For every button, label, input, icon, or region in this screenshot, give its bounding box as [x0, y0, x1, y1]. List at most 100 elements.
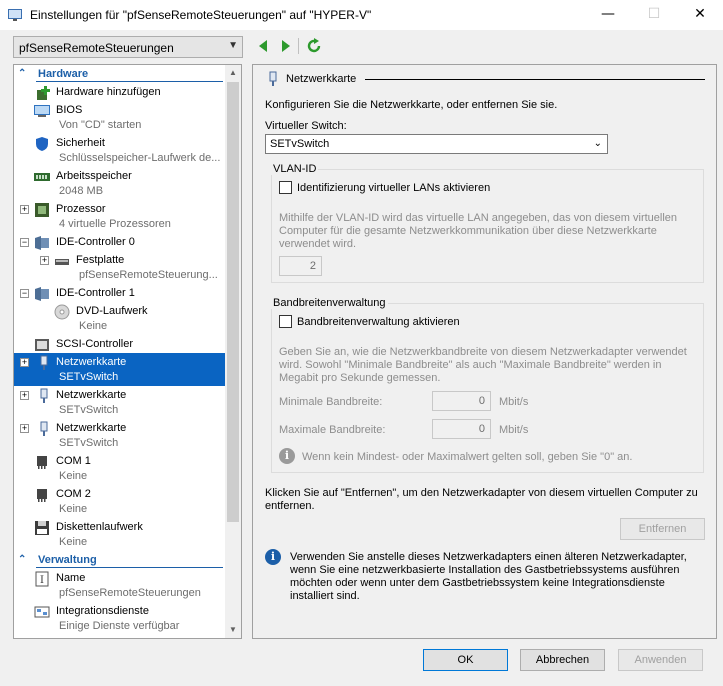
tree-item-com-2[interactable]: COM 2 Keine	[14, 485, 227, 518]
collapse-chevron-icon: ⌃	[18, 554, 27, 565]
cancel-button[interactable]: Abbrechen	[520, 649, 605, 671]
max-bandwidth-label: Maximale Bandbreite:	[279, 424, 386, 436]
tree-item-hard-disk[interactable]: + Festplatte pfSenseRemoteSteuerung...	[14, 251, 227, 284]
expand-plus-icon[interactable]: +	[20, 424, 29, 433]
bandwidth-note: Wenn kein Mindest- oder Maximalwert gelt…	[302, 451, 633, 463]
tree-item-label: Integrationsdienste	[56, 605, 149, 617]
tree-item-label: Hardware hinzufügen	[56, 86, 161, 98]
tree-item-scsi-controller[interactable]: SCSI-Controller	[14, 335, 227, 352]
tree-item-ide-controller-1[interactable]: − IDE-Controller 1	[14, 284, 227, 301]
tree-item-floppy-drive[interactable]: Diskettenlaufwerk Keine	[14, 518, 227, 551]
min-bandwidth-unit: Mbit/s	[499, 396, 529, 408]
scsi-controller-icon	[35, 339, 49, 351]
expand-plus-icon[interactable]: +	[20, 358, 29, 367]
tree-item-add-hardware[interactable]: Hardware hinzufügen	[14, 83, 227, 100]
tree-item-label: SCSI-Controller	[56, 338, 134, 350]
section-title: Netzwerkkarte	[286, 73, 357, 85]
expand-plus-icon[interactable]: +	[20, 391, 29, 400]
title-bar: Einstellungen für "pfSenseRemoteSteuerun…	[0, 0, 723, 30]
management-category-header[interactable]: ⌃ Verwaltung	[14, 552, 227, 569]
network-adapter-icon	[40, 421, 48, 436]
tree-item-bios[interactable]: BIOS Von "CD" starten	[14, 101, 227, 134]
refresh-icon[interactable]	[306, 38, 322, 54]
scrollbar-thumb[interactable]	[227, 82, 239, 522]
expand-plus-icon[interactable]: +	[20, 205, 29, 214]
remove-button[interactable]: Entfernen	[620, 518, 705, 540]
bandwidth-enable-checkbox[interactable]	[279, 315, 292, 328]
vlan-description: Mithilfe der VLAN-ID wird das virtuelle …	[279, 212, 678, 250]
dvd-icon	[54, 304, 70, 320]
tree-item-detail: Keine	[59, 503, 88, 515]
tree-item-ide-controller-0[interactable]: − IDE-Controller 0	[14, 233, 227, 250]
previous-arrow-icon[interactable]	[256, 38, 272, 54]
virtual-switch-dropdown[interactable]: SETvSwitch ⌄	[265, 134, 608, 154]
svg-text:I: I	[40, 575, 44, 586]
tree-item-network-adapter-3[interactable]: + Netzwerkkarte SETvSwitch	[14, 419, 227, 452]
vlan-enable-checkbox[interactable]	[279, 181, 292, 194]
bandwidth-group-title: Bandbreitenverwaltung	[271, 297, 388, 309]
collapse-minus-icon[interactable]: −	[20, 289, 29, 298]
header-underline	[36, 567, 223, 568]
settings-app-icon	[8, 9, 22, 21]
info-icon: i	[265, 549, 281, 565]
tree-item-detail: SETvSwitch	[59, 437, 119, 449]
tree-item-label: IDE-Controller 0	[56, 236, 135, 248]
tree-item-processor[interactable]: + Prozessor 4 virtuelle Prozessoren	[14, 200, 227, 233]
bandwidth-description: Geben Sie an, wie die Netzwerkbandbreite…	[279, 346, 687, 384]
tree-item-detail: pfSenseRemoteSteuerungen	[59, 587, 201, 599]
close-button[interactable]: ✕	[677, 0, 723, 30]
tree-item-label: Sicherheit	[56, 137, 105, 149]
hardware-category-header[interactable]: ⌃ Hardware	[14, 66, 227, 83]
intro-text: Konfigurieren Sie die Netzwerkkarte, ode…	[265, 99, 558, 111]
vlan-enable-label: Identifizierung virtueller LANs aktivier…	[297, 182, 491, 194]
memory-icon	[34, 173, 50, 181]
expand-plus-icon[interactable]: +	[40, 256, 49, 265]
scroll-down-icon[interactable]: ▼	[225, 622, 241, 638]
tree-item-detail: pfSenseRemoteSteuerung...	[79, 269, 218, 281]
tree-item-label: Festplatte	[76, 254, 125, 266]
ok-button[interactable]: OK	[423, 649, 508, 671]
tree-item-detail: Von "CD" starten	[59, 119, 142, 131]
settings-tree: ⌃ Hardware Hardware hinzufügen BIOS Von …	[13, 64, 242, 639]
tree-item-label: IDE-Controller 1	[56, 287, 135, 299]
add-hardware-icon	[37, 86, 50, 100]
maximize-button: ☐	[647, 6, 661, 22]
tree-scrollbar[interactable]: ▲ ▼	[225, 65, 241, 638]
tree-item-detail: Keine	[59, 470, 88, 482]
ide-controller-icon	[35, 287, 49, 301]
tree-item-memory[interactable]: Arbeitsspeicher 2048 MB	[14, 167, 227, 200]
processor-icon	[35, 203, 49, 217]
tree-item-network-adapter-1[interactable]: + Netzwerkkarte SETvSwitch	[14, 353, 227, 386]
collapse-minus-icon[interactable]: −	[20, 238, 29, 247]
network-adapter-icon	[40, 355, 48, 370]
minimize-button[interactable]: —	[585, 0, 631, 30]
next-arrow-icon[interactable]	[277, 38, 293, 54]
tree-item-network-adapter-2[interactable]: + Netzwerkkarte SETvSwitch	[14, 386, 227, 419]
tree-item-integration-services[interactable]: Integrationsdienste Einige Dienste verfü…	[14, 602, 227, 635]
tree-item-com-1[interactable]: COM 1 Keine	[14, 452, 227, 485]
tree-item-label: Netzwerkkarte	[56, 356, 127, 368]
tree-item-dvd-drive[interactable]: DVD-Laufwerk Keine	[14, 302, 227, 335]
tree-item-label: Arbeitsspeicher	[56, 170, 132, 182]
min-bandwidth-field[interactable]: 0	[432, 391, 491, 411]
vlan-id-field[interactable]: 2	[279, 256, 322, 276]
tree-item-label: BIOS	[56, 104, 83, 116]
max-bandwidth-unit: Mbit/s	[499, 424, 529, 436]
vm-selector-dropdown[interactable]: pfSenseRemoteSteuerungen ▼	[13, 36, 243, 58]
tree-item-detail: 4 virtuelle Prozessoren	[59, 218, 171, 230]
tree-item-detail: Keine	[59, 536, 88, 548]
max-bandwidth-field[interactable]: 0	[432, 419, 491, 439]
tree-item-label: Prozessor	[56, 203, 106, 215]
bandwidth-groupbox	[271, 303, 704, 473]
tree-item-security[interactable]: Sicherheit Schlüsselspeicher-Laufwerk de…	[14, 134, 227, 167]
chevron-down-icon: ⌄	[593, 138, 602, 149]
section-title-rule	[365, 79, 705, 80]
tree-item-name[interactable]: I Name pfSenseRemoteSteuerungen	[14, 569, 227, 602]
com-port-icon	[37, 489, 47, 502]
apply-button[interactable]: Anwenden	[618, 649, 703, 671]
tree-item-label: Diskettenlaufwerk	[56, 521, 143, 533]
tree-item-label: COM 1	[56, 455, 91, 467]
tree-item-detail: Keine	[79, 320, 108, 332]
scroll-up-icon[interactable]: ▲	[225, 65, 241, 81]
ide-controller-icon	[35, 236, 49, 250]
